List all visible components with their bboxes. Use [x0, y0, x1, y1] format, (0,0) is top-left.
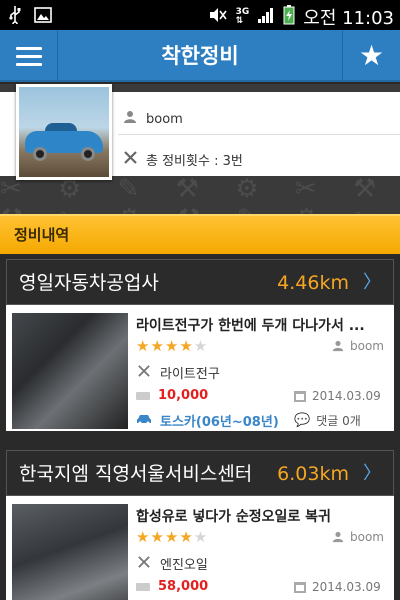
shop-header[interactable]: 영일자동차공업사 4.46km 〉: [6, 259, 394, 305]
shop-name: 한국지엠 직영서울서비스센터: [19, 463, 253, 485]
review-date: 2014.03.09: [312, 580, 381, 594]
review-service-row: 라이트전구: [136, 363, 220, 382]
signal-icon: [257, 6, 275, 28]
review-date-row: 2014.03.09: [294, 580, 381, 594]
tools-icon: [136, 364, 152, 382]
review-price-row: 10,000: [136, 388, 208, 403]
review-service: 엔진오일: [160, 558, 208, 573]
user-icon: [122, 110, 138, 128]
review-item[interactable]: 합성유로 넣다가 순정오일로 복귀 ★★★★★ boom 엔진오일 58,000…: [6, 496, 394, 600]
app-title: 착한정비: [161, 44, 239, 68]
chevron-right-icon[interactable]: 〉: [363, 451, 381, 497]
review-car-model: 토스카(06년~08년): [160, 415, 279, 430]
review-author-name: boom: [350, 530, 384, 544]
profile-car-photo[interactable]: [16, 84, 112, 180]
shop-name: 영일자동차공업사: [19, 272, 159, 294]
maintenance-count: 총 정비횟수 : 3번: [146, 154, 243, 169]
tools-icon: [122, 150, 138, 169]
3g-icon: 3G ⇅: [235, 7, 250, 26]
review-photo[interactable]: [12, 313, 128, 429]
profile-username: boom: [146, 111, 183, 127]
review-comments-row[interactable]: 💬 댓글 0개: [294, 412, 361, 429]
review-author: boom: [332, 530, 384, 544]
review-price-row: 58,000: [136, 579, 208, 594]
shop-card[interactable]: 한국지엠 직영서울서비스센터 6.03km 〉 합성유로 넣다가 순정오일로 복…: [6, 450, 394, 600]
shop-card[interactable]: 영일자동차공업사 4.46km 〉 라이트전구가 한번에 두개 다나가서 ...…: [6, 259, 394, 431]
hamburger-menu-icon[interactable]: [0, 30, 58, 82]
car-icon: [136, 413, 152, 429]
review-item[interactable]: 라이트전구가 한번에 두개 다나가서 ... ★★★★★ boom 라이트전구 …: [6, 305, 394, 431]
comment-icon: 💬: [294, 413, 311, 428]
price-icon: [136, 391, 150, 400]
price-icon: [136, 582, 150, 591]
review-price: 10,000: [158, 388, 209, 403]
star-rating: ★★★★★: [136, 337, 209, 355]
review-title: 라이트전구가 한번에 두개 다나가서 ...: [136, 318, 365, 334]
shop-distance: 6.03km: [277, 463, 349, 485]
review-date: 2014.03.09: [312, 389, 381, 403]
review-photo[interactable]: [12, 504, 128, 600]
usb-icon: [8, 6, 22, 28]
chevron-right-icon[interactable]: 〉: [363, 260, 381, 306]
review-price: 58,000: [158, 579, 209, 594]
user-icon: [332, 340, 344, 352]
calendar-icon: [294, 581, 306, 593]
clock: 오전 11:03: [303, 8, 394, 29]
review-title: 합성유로 넣다가 순정오일로 복귀: [136, 509, 331, 525]
tools-icon: [136, 555, 152, 573]
user-icon: [332, 531, 344, 543]
calendar-icon: [294, 390, 306, 402]
star-icon[interactable]: ★: [342, 30, 400, 82]
divider: [118, 134, 400, 135]
network-type: 3G: [235, 7, 250, 17]
section-header: 정비내역: [0, 214, 400, 254]
review-service: 라이트전구: [160, 367, 220, 382]
review-author-name: boom: [350, 339, 384, 353]
review-comments: 댓글 0개: [316, 414, 361, 428]
star-rating: ★★★★★: [136, 528, 209, 546]
review-car-row: 토스카(06년~08년): [136, 411, 279, 430]
shop-distance: 4.46km: [277, 272, 349, 294]
profile-section: ✂ ⚙ ✎ ⚒ ⚙ ✂ ⚒ ⚙ ✎ ⚒⚒ ✂ ⚙ ⚒ ✎ ⚙ ✂ ⚒ ⚙ ✂ b…: [0, 84, 400, 214]
profile-username-row: boom: [122, 110, 183, 128]
profile-maintenance-count-row: 총 정비횟수 : 3번: [122, 150, 243, 169]
app-bar: 착한정비 ★: [0, 30, 400, 82]
status-bar: 3G ⇅ 오전 11:03: [0, 0, 400, 30]
review-service-row: 엔진오일: [136, 554, 208, 573]
image-icon: [34, 7, 52, 27]
review-author: boom: [332, 339, 384, 353]
battery-icon: [283, 5, 295, 29]
mute-icon: [208, 6, 228, 28]
shop-header[interactable]: 한국지엠 직영서울서비스센터 6.03km 〉: [6, 450, 394, 496]
review-date-row: 2014.03.09: [294, 389, 381, 403]
